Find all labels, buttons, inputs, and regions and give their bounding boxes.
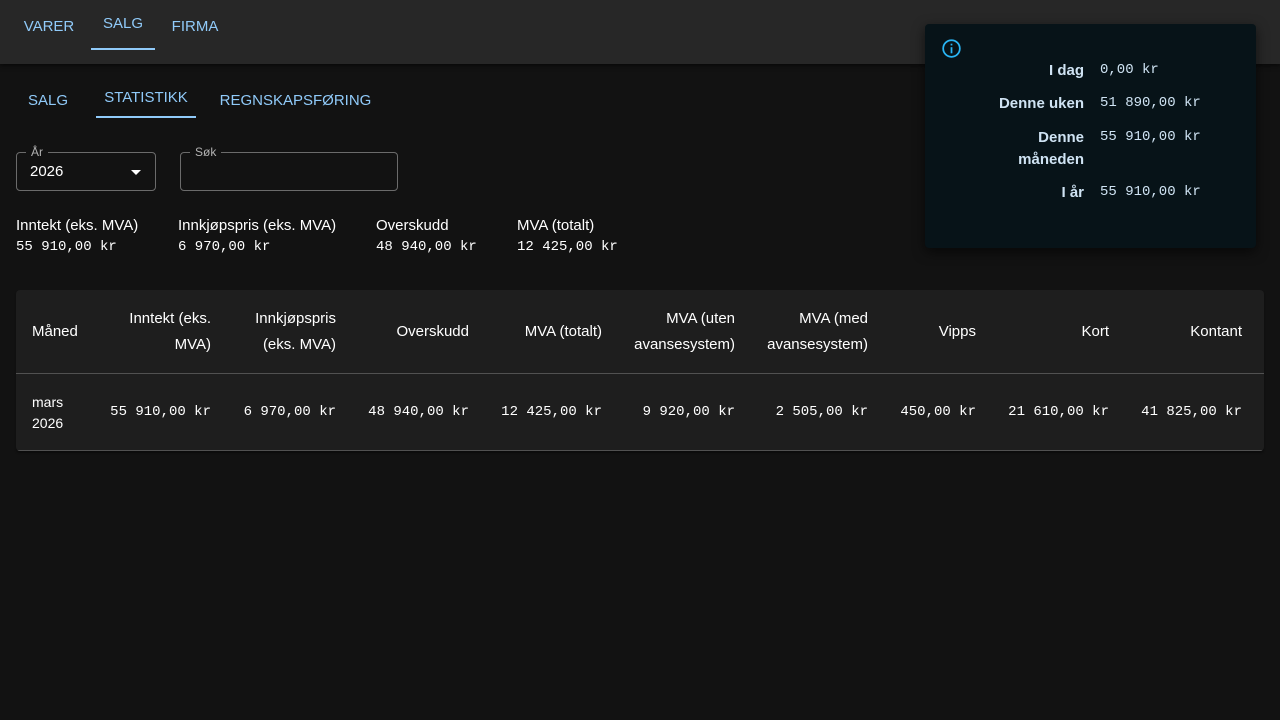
- summary-label-year: I år: [1061, 184, 1084, 201]
- nav-tab-label: FIRMA: [171, 17, 219, 35]
- year-select-label: År: [26, 145, 48, 159]
- cell-card: 21 610,00 kr: [1008, 404, 1109, 420]
- stat-purchase-price: Innkjøpspris (eks. MVA) 6 970,00 kr: [178, 216, 336, 257]
- stat-label: Overskudd: [376, 217, 449, 234]
- tab-salg[interactable]: SALG: [16, 80, 80, 120]
- column-header-vat-with-margin[interactable]: MVA (med avansesystem): [756, 290, 868, 373]
- cell-vipps: 450,00 kr: [900, 404, 976, 420]
- column-header-revenue[interactable]: Inntekt (eks. MVA): [112, 290, 211, 373]
- column-header-cash[interactable]: Kontant: [1136, 290, 1242, 373]
- cell-vat-without-margin: 9 920,00 kr: [642, 404, 735, 420]
- summary-label-month: Denne måneden: [1018, 129, 1084, 168]
- stat-label: MVA (totalt): [517, 217, 595, 234]
- column-header-purchase-price[interactable]: Innkjøpspris (eks. MVA): [245, 290, 336, 373]
- cell-purchase-price: 6 970,00 kr: [243, 404, 336, 420]
- cell-profit: 48 940,00 kr: [368, 404, 469, 420]
- stat-value: 6 970,00 kr: [178, 239, 271, 255]
- column-header-month[interactable]: Måned: [32, 290, 102, 373]
- tab-label: REGNSKAPSFØRING: [219, 91, 372, 109]
- tab-label: SALG: [27, 91, 69, 109]
- stat-value: 55 910,00 kr: [16, 239, 117, 255]
- stat-value: 12 425,00 kr: [517, 239, 618, 255]
- cell-vat-with-margin: 2 505,00 kr: [775, 404, 868, 420]
- search-field: Søk: [180, 145, 398, 191]
- cell-vat-total: 12 425,00 kr: [501, 404, 602, 420]
- nav-tab-label: SALG: [102, 14, 144, 32]
- summary-label-today: I dag: [1048, 62, 1084, 79]
- year-select-value: 2026: [30, 163, 64, 180]
- cell-cash: 41 825,00 kr: [1141, 404, 1242, 420]
- cell-revenue: 55 910,00 kr: [110, 404, 211, 420]
- column-header-vipps[interactable]: Vipps: [886, 290, 976, 373]
- caret-down-icon: [131, 170, 141, 175]
- info-icon[interactable]: [941, 38, 962, 59]
- stat-label: Innkjøpspris (eks. MVA): [178, 217, 337, 234]
- stat-label: Inntekt (eks. MVA): [16, 217, 139, 234]
- cell-month: mars 2026: [32, 393, 64, 431]
- summary-label-week: Denne uken: [998, 95, 1084, 112]
- column-header-vat-total[interactable]: MVA (totalt): [486, 290, 602, 373]
- column-header-card[interactable]: Kort: [1006, 290, 1109, 373]
- year-select[interactable]: År 2026: [16, 145, 156, 191]
- summary-value-today: 0,00 kr: [1100, 62, 1159, 78]
- tab-regnskapsforing[interactable]: REGNSKAPSFØRING: [212, 80, 379, 120]
- stat-value: 48 940,00 kr: [376, 239, 477, 255]
- column-header-vat-without-margin[interactable]: MVA (uten avansesystem): [624, 290, 735, 373]
- nav-tab-varer[interactable]: VARER: [16, 0, 82, 52]
- column-header-profit[interactable]: Overskudd: [362, 290, 469, 373]
- stat-profit: Overskudd 48 940,00 kr: [376, 216, 477, 257]
- nav-tab-label: VARER: [23, 17, 75, 35]
- tab-label: STATISTIKK: [104, 88, 188, 106]
- summary-value-week: 51 890,00 kr: [1100, 95, 1201, 111]
- summary-value-month: 55 910,00 kr: [1100, 129, 1201, 145]
- nav-tab-firma[interactable]: FIRMA: [163, 0, 227, 52]
- summary-popup: I dag 0,00 kr Denne uken 51 890,00 kr De…: [925, 24, 1256, 248]
- statistics-table: Måned Inntekt (eks. MVA) Innkjøpspris (e…: [16, 290, 1264, 451]
- summary-value-year: 55 910,00 kr: [1100, 184, 1201, 200]
- tab-statistikk[interactable]: STATISTIKK: [96, 78, 196, 118]
- nav-tab-salg[interactable]: SALG: [91, 0, 155, 50]
- search-input[interactable]: [181, 153, 397, 190]
- table-header-row: Måned Inntekt (eks. MVA) Innkjøpspris (e…: [16, 290, 1264, 374]
- table-row: mars 2026 55 910,00 kr 6 970,00 kr 48 94…: [16, 375, 1264, 451]
- stat-revenue: Inntekt (eks. MVA) 55 910,00 kr: [16, 216, 138, 257]
- stat-vat-total: MVA (totalt) 12 425,00 kr: [517, 216, 618, 257]
